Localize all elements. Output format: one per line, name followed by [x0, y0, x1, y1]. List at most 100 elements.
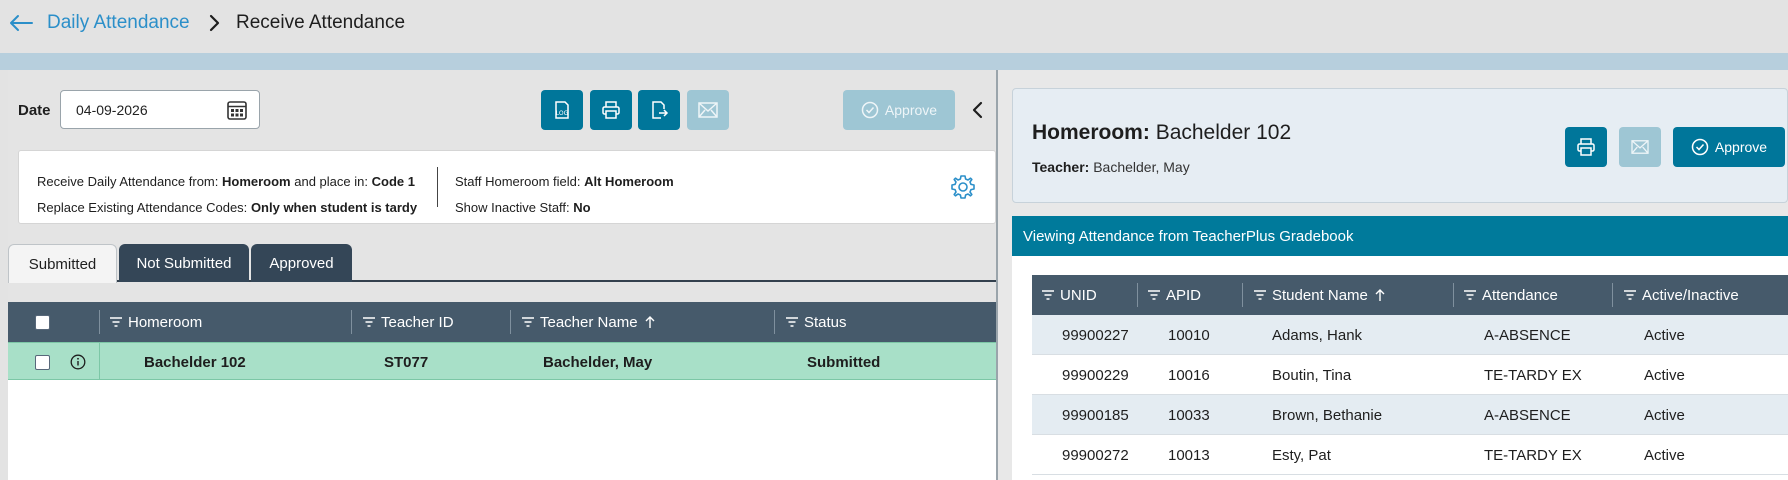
cell-unid: 99900227	[1062, 326, 1129, 344]
cell-attendance: TE-TARDY EX	[1484, 446, 1582, 464]
table-row[interactable]: 99900229 10016 Boutin, Tina TE-TARDY EX …	[1032, 355, 1788, 395]
inactive-staff-value: No	[573, 200, 591, 215]
select-all-cell	[35, 302, 50, 342]
cell-active: Active	[1644, 366, 1685, 384]
staff-field-line: Staff Homeroom field: Alt Homeroom	[455, 169, 674, 195]
row-checkbox[interactable]	[35, 354, 50, 370]
column-header-student-name[interactable]: Student Name	[1254, 275, 1386, 315]
homeroom-print-button[interactable]	[1565, 127, 1607, 167]
cell-active: Active	[1644, 446, 1685, 464]
cell-apid: 10013	[1168, 446, 1210, 464]
gear-icon[interactable]	[949, 173, 977, 201]
cell-apid: 10033	[1168, 406, 1210, 424]
column-label-apid: APID	[1166, 286, 1202, 304]
date-field[interactable]: 04-09-2026	[60, 90, 260, 129]
column-separator	[1612, 283, 1613, 307]
print-icon	[1577, 138, 1595, 156]
receive-from-label: Receive Daily Attendance from:	[37, 174, 219, 189]
column-header-teacher-name[interactable]: Teacher Name	[522, 302, 656, 342]
export-button[interactable]	[638, 90, 680, 130]
place-in-label: and place in:	[294, 174, 368, 189]
receive-from-line: Receive Daily Attendance from: Homeroom …	[37, 169, 417, 195]
column-header-attendance[interactable]: Attendance	[1464, 275, 1558, 315]
cell-attendance: A-ABSENCE	[1484, 406, 1571, 424]
staff-field-value: Alt Homeroom	[584, 174, 674, 189]
homeroom-approve-button[interactable]: Approve	[1673, 127, 1785, 167]
cell-teacher-id: ST077	[384, 353, 429, 371]
date-value: 04-09-2026	[76, 101, 148, 118]
calendar-icon[interactable]	[226, 99, 248, 121]
table-row[interactable]: 99900227 10010 Adams, Hank A-ABSENCE Act…	[1032, 315, 1788, 355]
collapse-chevron-left-icon[interactable]	[968, 98, 988, 122]
cell-status: Submitted	[807, 353, 881, 371]
cell-homeroom: Bachelder 102	[144, 353, 246, 371]
table-row[interactable]: Bachelder 102 ST077 Bachelder, May Submi…	[8, 342, 998, 381]
column-header-teacher-id[interactable]: Teacher ID	[363, 302, 454, 342]
filter-icon[interactable]	[1254, 290, 1266, 300]
column-separator	[99, 343, 100, 381]
column-header-status[interactable]: Status	[786, 302, 847, 342]
print-icon	[602, 101, 620, 119]
cell-student-name: Adams, Hank	[1272, 326, 1363, 344]
column-header-homeroom[interactable]: Homeroom	[110, 302, 202, 342]
filter-icon[interactable]	[363, 317, 375, 327]
info-icon[interactable]	[70, 343, 86, 381]
grid-empty-area	[8, 380, 998, 480]
page-title: Receive Attendance	[236, 12, 406, 33]
column-header-apid[interactable]: APID	[1148, 275, 1201, 315]
tab-approved[interactable]: Approved	[251, 244, 352, 282]
place-in-value: Code 1	[371, 174, 415, 189]
column-header-active-inactive[interactable]: Active/Inactive	[1624, 275, 1739, 315]
tab-not-submitted[interactable]: Not Submitted	[119, 244, 249, 282]
homeroom-teacher: Teacher: Bachelder, May	[1032, 159, 1190, 175]
filter-icon[interactable]	[522, 317, 534, 327]
column-separator	[1242, 283, 1243, 307]
cell-student-name: Boutin, Tina	[1272, 366, 1352, 384]
cell-unid: 99900185	[1062, 406, 1129, 424]
tab-submitted[interactable]: Submitted	[8, 244, 117, 283]
sort-ascending-icon[interactable]	[644, 315, 656, 329]
select-all-checkbox[interactable]	[35, 314, 50, 330]
header-divider-strip	[0, 53, 1788, 70]
breadcrumb-daily-attendance[interactable]: Daily Attendance	[47, 12, 190, 34]
filter-icon[interactable]	[1148, 290, 1160, 300]
cell-apid: 10010	[1168, 326, 1210, 344]
homeroom-email-button[interactable]	[1619, 127, 1661, 167]
filter-icon[interactable]	[1464, 290, 1476, 300]
filter-icon[interactable]	[110, 317, 122, 327]
filter-icon[interactable]	[1624, 290, 1636, 300]
filter-icon[interactable]	[1042, 290, 1054, 300]
column-header-unid[interactable]: UNID	[1042, 275, 1097, 315]
tab-approved-label: Approved	[269, 254, 334, 272]
column-label-homeroom: Homeroom	[128, 313, 203, 331]
export-log-button[interactable]: LOG	[541, 90, 583, 130]
approve-button[interactable]: Approve	[843, 90, 955, 130]
cell-active: Active	[1644, 406, 1685, 424]
approve-button-label: Approve	[884, 102, 938, 118]
homeroom-list-pane: Date 04-09-2026 LOG Approve Receive Dail…	[8, 70, 998, 480]
staff-field-label: Staff Homeroom field:	[455, 174, 581, 189]
column-separator	[774, 310, 775, 334]
date-label: Date	[18, 102, 51, 119]
back-arrow-icon[interactable]	[6, 10, 36, 36]
column-label-teacher-name: Teacher Name	[540, 313, 638, 331]
column-label-student-name: Student Name	[1272, 286, 1368, 304]
svg-text:LOG: LOG	[556, 110, 569, 117]
cell-attendance: A-ABSENCE	[1484, 326, 1571, 344]
sort-ascending-icon[interactable]	[1374, 288, 1386, 302]
tab-submitted-label: Submitted	[28, 255, 97, 273]
receive-settings-panel: Receive Daily Attendance from: Homeroom …	[18, 150, 996, 224]
table-row[interactable]: 99900272 10013 Esty, Pat TE-TARDY EX Act…	[1032, 435, 1788, 475]
column-label-teacher-id: Teacher ID	[381, 313, 454, 331]
email-button[interactable]	[687, 90, 729, 130]
filter-icon[interactable]	[786, 317, 798, 327]
column-separator	[510, 310, 511, 334]
mail-icon	[698, 102, 718, 118]
cell-unid: 99900272	[1062, 446, 1129, 464]
table-row[interactable]: 99900185 10033 Brown, Bethanie A-ABSENCE…	[1032, 395, 1788, 435]
print-button[interactable]	[590, 90, 632, 130]
cell-unid: 99900229	[1062, 366, 1129, 384]
cell-teacher-name: Bachelder, May	[543, 353, 653, 371]
viewing-source-banner: Viewing Attendance from TeacherPlus Grad…	[1012, 216, 1788, 256]
check-circle-icon	[861, 101, 879, 119]
